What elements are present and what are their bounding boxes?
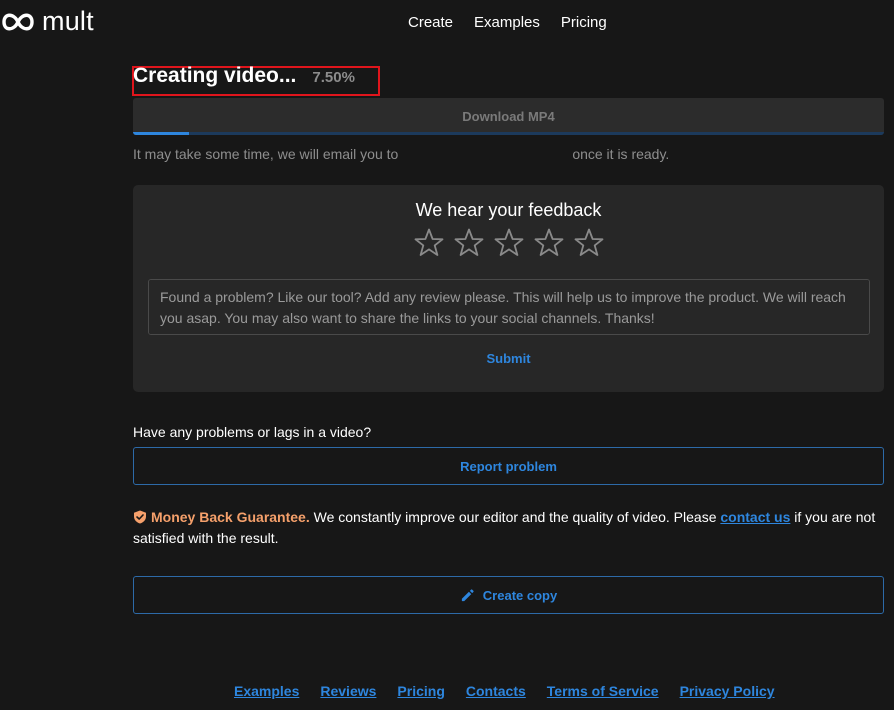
guarantee-title: Money Back Guarantee.	[151, 509, 310, 525]
submit-button[interactable]: Submit	[133, 351, 884, 366]
money-back-guarantee: Money Back Guarantee. We constantly impr…	[133, 507, 884, 549]
footer-pricing-link[interactable]: Pricing	[397, 683, 444, 699]
star-icon[interactable]	[453, 227, 485, 259]
feedback-input[interactable]	[148, 279, 870, 335]
shield-check-icon	[134, 510, 146, 524]
top-nav: Create Examples Pricing	[408, 14, 607, 31]
nav-create[interactable]: Create	[408, 14, 453, 31]
contact-us-link[interactable]: contact us	[720, 509, 790, 525]
footer-examples-link[interactable]: Examples	[234, 683, 299, 699]
footer-privacy-link[interactable]: Privacy Policy	[680, 683, 775, 699]
report-problem-button[interactable]: Report problem	[133, 447, 884, 485]
create-copy-label: Create copy	[482, 587, 558, 603]
logo[interactable]: mult	[0, 6, 94, 37]
email-notice-start: It may take some time, we will email you…	[133, 146, 399, 162]
mult-logo-icon	[2, 13, 34, 30]
report-problem-label: Report problem	[460, 458, 557, 474]
star-icon[interactable]	[493, 227, 525, 259]
nav-examples[interactable]: Examples	[474, 14, 540, 31]
star-icon[interactable]	[413, 227, 445, 259]
feedback-card: We hear your feedback Submit	[133, 185, 884, 392]
nav-pricing[interactable]: Pricing	[561, 14, 607, 31]
progress-track	[133, 132, 884, 135]
page-title: Creating video...	[133, 64, 297, 87]
feedback-title: We hear your feedback	[415, 200, 602, 220]
progress-fill	[133, 132, 190, 135]
progress-percent: 7.50%	[312, 69, 355, 86]
guarantee-text: We constantly improve our editor and the…	[309, 509, 721, 525]
email-notice: It may take some time, we will email you…	[133, 146, 884, 162]
download-label: Download MP4	[462, 109, 555, 124]
star-icon[interactable]	[533, 227, 565, 259]
download-mp4-button[interactable]: Download MP4	[133, 98, 884, 135]
footer-terms-link[interactable]: Terms of Service	[547, 683, 659, 699]
logo-text: mult	[42, 6, 94, 36]
footer-contacts-link[interactable]: Contacts	[466, 683, 526, 699]
pencil-icon	[461, 588, 474, 601]
problems-question: Have any problems or lags in a video?	[133, 424, 372, 440]
create-copy-button[interactable]: Create copy	[133, 576, 884, 614]
status-row: Creating video... 7.50%	[133, 64, 355, 88]
star-icon[interactable]	[573, 227, 605, 259]
email-notice-end: once it is ready.	[572, 146, 670, 162]
footer-reviews-link[interactable]: Reviews	[320, 683, 376, 699]
star-rating	[133, 227, 884, 259]
footer-links: Examples Reviews Pricing Contacts Terms …	[234, 683, 775, 699]
